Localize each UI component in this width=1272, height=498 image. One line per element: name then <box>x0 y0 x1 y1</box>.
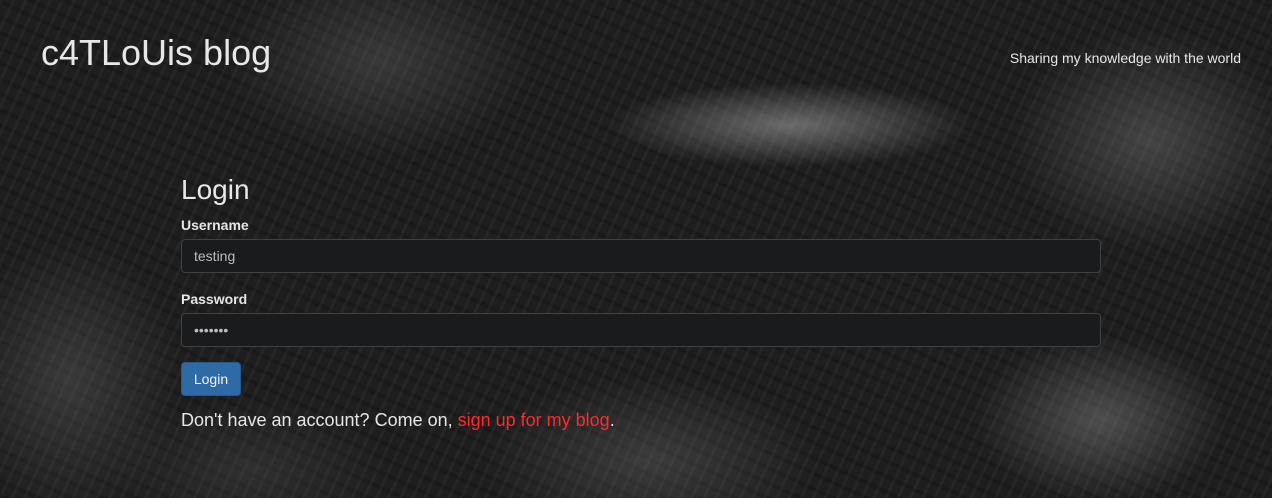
login-button[interactable]: Login <box>181 362 241 396</box>
login-form: Login Username Password Login Don't have… <box>181 172 1101 432</box>
password-label: Password <box>181 291 248 307</box>
signup-prompt: Don't have an account? Come on, sign up … <box>181 408 1101 432</box>
signup-suffix: . <box>609 410 615 430</box>
password-input[interactable] <box>181 313 1101 347</box>
signup-link[interactable]: sign up for my blog <box>458 410 610 430</box>
signup-prefix: Don't have an account? Come on, <box>181 410 458 430</box>
site-tagline: Sharing my knowledge with the world <box>1009 50 1241 66</box>
site-title[interactable]: c4TLoUis blog <box>41 31 271 75</box>
username-input[interactable] <box>181 239 1101 273</box>
username-label: Username <box>181 217 249 233</box>
login-heading: Login <box>181 174 250 205</box>
